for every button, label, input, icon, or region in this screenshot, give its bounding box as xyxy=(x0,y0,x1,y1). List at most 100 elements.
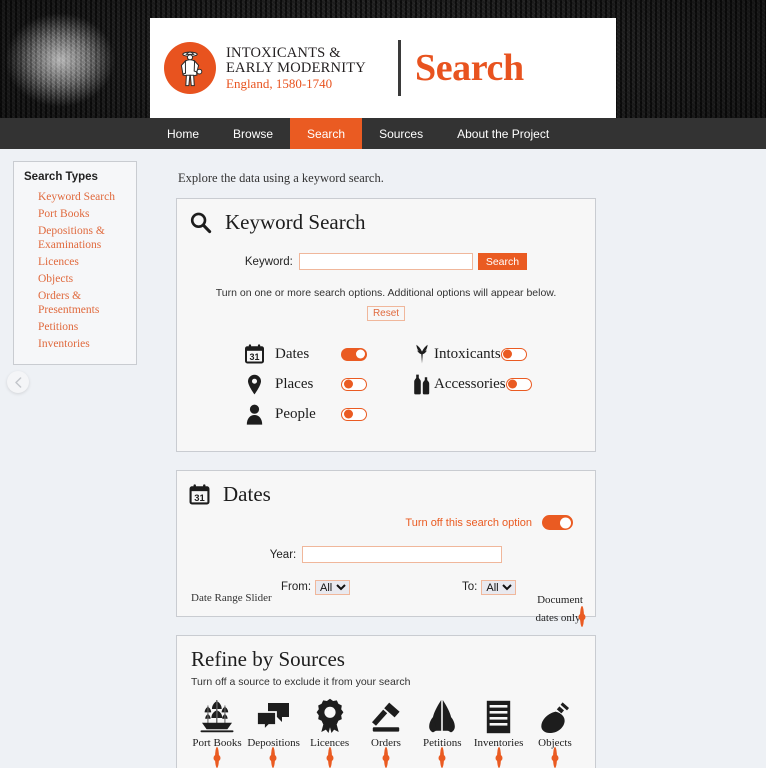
reset-button[interactable]: Reset xyxy=(366,306,406,321)
source-orders: Orders xyxy=(360,696,412,768)
search-options-grid: 31 Dates Places People Intoxicants Acces… xyxy=(177,339,595,451)
search-option-dates: 31 Dates xyxy=(243,339,367,369)
sidebar-title: Search Types xyxy=(24,171,98,183)
source-depositions-toggle[interactable] xyxy=(271,747,276,768)
toggle-knob xyxy=(343,409,353,419)
speech-bubbles-icon xyxy=(247,696,299,734)
document-dates-only-control: Document dates only xyxy=(531,590,589,627)
main-navigation: Home Browse Search Sources About the Pro… xyxy=(0,118,766,149)
year-input-row: Year: xyxy=(177,546,595,563)
search-option-people-toggle[interactable] xyxy=(341,407,367,421)
intro-text: Explore the data using a keyword search. xyxy=(178,171,384,185)
search-option-accessories-toggle[interactable] xyxy=(505,377,532,391)
flask-jug-icon xyxy=(529,696,581,734)
main-content: Explore the data using a keyword search.… xyxy=(176,149,596,768)
nav-item-search[interactable]: Search xyxy=(290,118,363,149)
sidebar-item-depositions-examinations[interactable]: Depositions & Examinations xyxy=(38,224,128,252)
sources-grid: Port Books Depositions Licences Orders P… xyxy=(191,696,581,768)
source-licences-toggle[interactable] xyxy=(327,747,332,768)
toggle-knob xyxy=(508,379,518,389)
search-option-dates-label: Dates xyxy=(275,345,310,362)
source-licences: Licences xyxy=(304,696,356,768)
source-petitions-toggle[interactable] xyxy=(440,747,445,768)
logo-line-1: INTOXICANTS & xyxy=(226,45,341,62)
sources-panel-title: Refine by Sources xyxy=(191,647,345,671)
praying-hands-icon xyxy=(416,696,468,734)
toggle-knob xyxy=(559,517,571,528)
search-types-sidebar: Search Types Keyword Search Port Books D… xyxy=(13,161,137,366)
svg-text:31: 31 xyxy=(194,493,205,504)
dates-turn-off-label: Turn off this search option xyxy=(405,516,532,529)
source-port-books: Port Books xyxy=(191,696,243,768)
search-option-intoxicants-toggle[interactable] xyxy=(500,347,527,361)
bottles-icon xyxy=(411,374,433,395)
keyword-panel-title: Keyword Search xyxy=(225,210,366,234)
tobacco-leaf-icon xyxy=(411,344,433,364)
keyword-input[interactable] xyxy=(298,253,473,270)
source-inventories-toggle[interactable] xyxy=(496,747,501,768)
sidebar-item-objects[interactable]: Objects xyxy=(38,272,128,286)
gavel-icon xyxy=(360,696,412,734)
sidebar-item-licences[interactable]: Licences xyxy=(38,255,128,269)
from-select[interactable]: All xyxy=(315,579,351,595)
sidebar-item-keyword-search[interactable]: Keyword Search xyxy=(38,190,128,204)
calendar-icon: 31 xyxy=(243,344,265,364)
nav-item-home[interactable]: Home xyxy=(150,118,216,149)
toggle-knob xyxy=(355,349,365,359)
dates-panel-title: Dates xyxy=(223,482,271,506)
site-logo-wordmark: INTOXICANTS & EARLY MODERNITY England, 1… xyxy=(226,46,366,90)
sources-panel-header: Refine by Sources xyxy=(177,636,595,672)
document-dates-only-line-1: Document xyxy=(537,594,583,606)
sidebar-item-inventories[interactable]: Inventories xyxy=(38,337,128,351)
ledger-list-icon xyxy=(473,696,525,734)
search-option-people-label: People xyxy=(275,405,316,422)
document-dates-only-line-2: dates only xyxy=(535,612,581,624)
keyword-label: Keyword: xyxy=(244,255,293,268)
logo-line-3: England, 1580-1740 xyxy=(226,75,333,91)
date-range-slider-label: Date Range Slider xyxy=(191,592,272,604)
keyword-panel-header: Keyword Search xyxy=(177,199,595,235)
source-port-books-toggle[interactable] xyxy=(215,747,219,768)
site-logo-icon[interactable] xyxy=(164,42,216,94)
map-pin-icon xyxy=(243,374,265,395)
sidebar-item-petitions[interactable]: Petitions xyxy=(38,320,128,334)
search-option-people: People xyxy=(243,399,367,429)
dates-turn-off-toggle[interactable] xyxy=(542,515,573,530)
year-input[interactable] xyxy=(302,546,503,563)
to-select[interactable]: All xyxy=(481,579,517,595)
reset-wrapper: Reset xyxy=(177,303,595,321)
gentleman-figure-icon xyxy=(180,51,203,87)
sidebar-item-orders-presentments[interactable]: Orders & Presentments xyxy=(38,289,128,317)
source-objects: Objects xyxy=(529,696,581,768)
refine-by-sources-panel: Refine by Sources Turn off a source to e… xyxy=(176,635,596,768)
toggle-knob xyxy=(503,349,513,359)
document-dates-only-radio[interactable] xyxy=(580,606,585,627)
previous-slide-button[interactable] xyxy=(7,371,29,393)
keyword-search-panel: Keyword Search Keyword: Search Turn on o… xyxy=(176,198,596,452)
nav-item-about-the-project[interactable]: About the Project xyxy=(440,118,566,149)
sidebar-item-port-books[interactable]: Port Books xyxy=(38,207,128,221)
source-objects-toggle[interactable] xyxy=(552,747,557,768)
search-options-left-column: 31 Dates Places People xyxy=(243,339,367,429)
nav-item-sources[interactable]: Sources xyxy=(362,118,440,149)
masthead-divider xyxy=(397,40,401,96)
search-button[interactable]: Search xyxy=(477,253,528,270)
nav-item-browse[interactable]: Browse xyxy=(216,118,290,149)
keyword-input-row: Keyword: Search xyxy=(177,253,595,270)
date-range-row: Date Range Slider From: All To: All Docu… xyxy=(177,576,595,627)
nav-items: Home Browse Search Sources About the Pro… xyxy=(150,118,566,149)
search-options-right-column: Intoxicants Accessories xyxy=(411,339,532,429)
search-options-hint: Turn on one or more search options. Addi… xyxy=(215,287,557,299)
source-inventories: Inventories xyxy=(473,696,525,768)
logo-line-2: EARLY MODERNITY xyxy=(226,59,366,76)
search-option-dates-toggle[interactable] xyxy=(341,347,367,361)
search-option-accessories: Accessories xyxy=(411,369,532,399)
search-option-accessories-label: Accessories xyxy=(434,375,506,392)
magnifier-icon xyxy=(190,212,212,234)
person-icon xyxy=(243,404,265,425)
dates-panel-header: 31 Dates xyxy=(177,471,595,507)
source-petitions: Petitions xyxy=(416,696,468,768)
source-orders-toggle[interactable] xyxy=(383,747,388,768)
toggle-knob xyxy=(343,379,353,389)
search-option-places-toggle[interactable] xyxy=(341,377,367,391)
